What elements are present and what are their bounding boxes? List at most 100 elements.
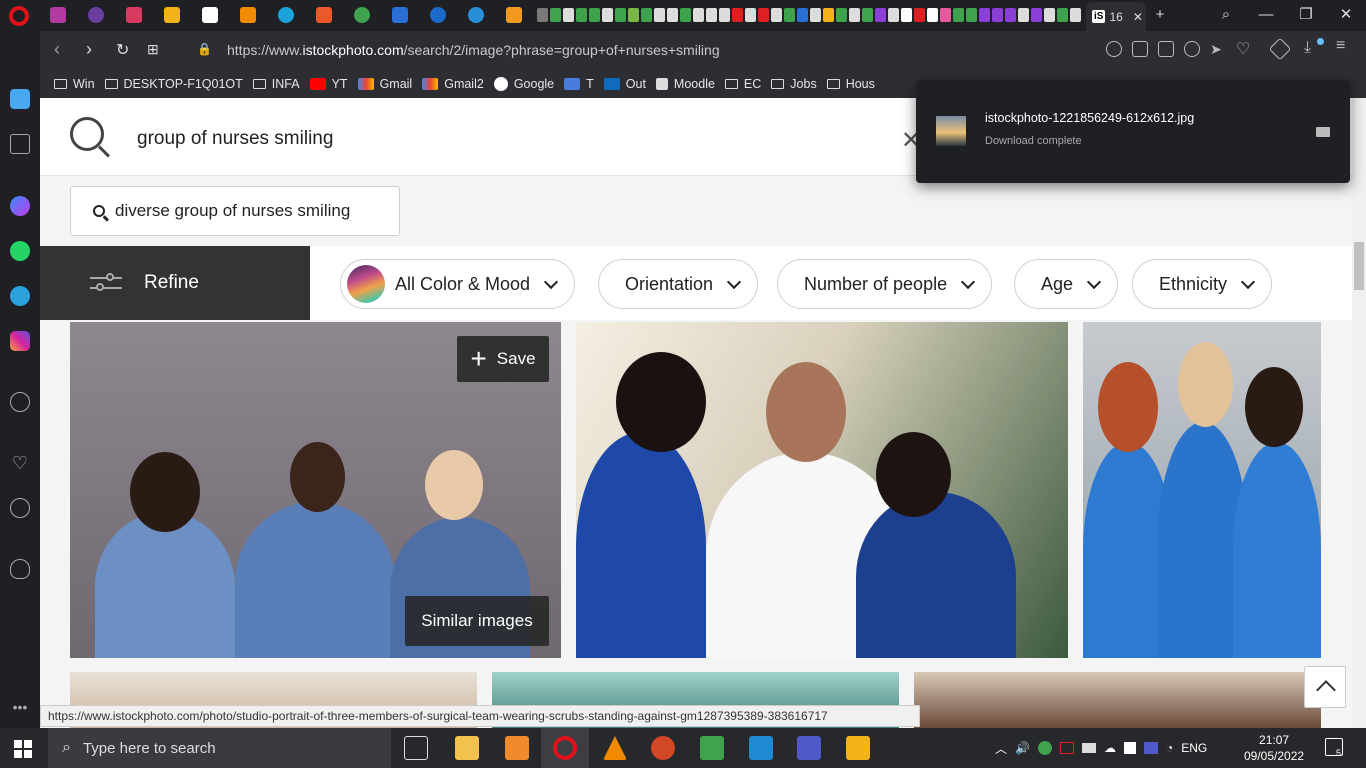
tab-favicon-icon[interactable] — [966, 8, 977, 22]
camera-icon[interactable] — [1158, 41, 1174, 57]
tab-favicon-icon[interactable] — [240, 7, 256, 23]
tray-app-icon[interactable] — [1059, 742, 1074, 754]
bookmark-win[interactable]: Win — [54, 77, 95, 91]
bookmark-google[interactable]: Google — [493, 76, 554, 91]
tab-favicon-icon[interactable] — [576, 8, 587, 22]
edit-icon[interactable] — [1132, 41, 1148, 57]
app-icon[interactable] — [700, 736, 724, 760]
bookmark-ec[interactable]: EC — [724, 77, 761, 91]
bookmark-hous[interactable]: Hous — [826, 77, 875, 91]
scrollbar-thumb[interactable] — [1354, 242, 1364, 290]
windows-start-icon[interactable] — [14, 740, 32, 758]
bookmark-desktop[interactable]: DESKTOP-F1Q01OT — [104, 77, 243, 91]
bookmark-jobs[interactable]: Jobs — [771, 77, 817, 91]
tab-favicon-icon[interactable] — [979, 8, 990, 22]
filter-orientation[interactable]: Orientation — [598, 259, 759, 309]
tab-favicon-icon[interactable] — [615, 8, 626, 22]
whatsapp-icon[interactable] — [10, 241, 30, 261]
speed-dial-icon[interactable] — [10, 134, 30, 154]
tab-favicon-icon[interactable] — [50, 7, 66, 23]
tab-favicon-icon[interactable] — [940, 8, 951, 22]
tab-favicon-icon[interactable] — [563, 8, 574, 22]
tab-favicon-icon[interactable] — [758, 8, 769, 22]
active-tab[interactable]: iS 16 ✕ — [1086, 2, 1146, 31]
teams-tray-icon[interactable] — [1143, 742, 1158, 754]
tab-favicon-icon[interactable] — [823, 8, 834, 22]
result-image[interactable] — [914, 672, 1321, 728]
tab-favicon-icon[interactable] — [927, 8, 938, 22]
result-image[interactable] — [576, 322, 1068, 658]
language-indicator[interactable]: ENG — [1181, 741, 1207, 755]
bookmark-t[interactable]: T — [564, 77, 594, 91]
more-icon[interactable]: ••• — [10, 699, 30, 719]
filter-ethnicity[interactable]: Ethnicity — [1132, 259, 1273, 309]
tab-favicon-icon[interactable] — [164, 7, 180, 23]
volume-icon[interactable]: 🔊 — [1015, 741, 1030, 755]
tab-favicon-icon[interactable] — [693, 8, 704, 22]
home-icon[interactable] — [10, 89, 30, 109]
forward-icon[interactable]: › — [86, 39, 92, 60]
tab-favicon-icon[interactable] — [550, 8, 561, 22]
tab-favicon-icon[interactable] — [641, 8, 652, 22]
tab-favicon-icon[interactable] — [680, 8, 691, 22]
file-explorer-icon[interactable] — [455, 736, 479, 760]
opera-icon[interactable] — [553, 736, 577, 760]
filter-age[interactable]: Age — [1014, 259, 1119, 309]
wifi-icon[interactable]: ◔ — [1166, 741, 1173, 755]
reload-icon[interactable]: ↻ — [116, 40, 129, 60]
bookmark-yt[interactable]: YT — [309, 77, 348, 91]
tab-favicon-icon[interactable] — [862, 8, 873, 22]
download-filename[interactable]: istockphoto-1221856249-612x612.jpg — [985, 111, 1194, 125]
messenger-icon[interactable] — [10, 196, 30, 216]
vlc-icon[interactable] — [603, 736, 627, 760]
extensions-icon[interactable] — [1268, 37, 1292, 61]
send-icon[interactable]: ➤ — [1210, 41, 1226, 57]
search-input[interactable]: group of nurses smiling — [137, 128, 333, 150]
tab-favicon-icon[interactable] — [888, 8, 899, 22]
tab-favicon-icon[interactable] — [316, 7, 332, 23]
result-image[interactable] — [1083, 322, 1321, 658]
player-icon[interactable] — [10, 392, 30, 412]
tab-favicon-icon[interactable] — [875, 8, 886, 22]
teams-icon[interactable] — [797, 736, 821, 760]
adblock-icon[interactable] — [1184, 41, 1200, 57]
instagram-icon[interactable] — [10, 331, 30, 351]
history-icon[interactable] — [10, 498, 30, 518]
menu-icon[interactable]: ≡ — [1336, 37, 1352, 54]
url-field[interactable]: https://www.istockphoto.com/search/2/ima… — [227, 42, 720, 58]
heart-icon[interactable]: ♡ — [10, 453, 30, 473]
bookmark-moodle[interactable]: Moodle — [655, 77, 715, 91]
tab-favicon-icon[interactable] — [836, 8, 847, 22]
heart-bookmark-icon[interactable]: ♡ — [1236, 39, 1252, 58]
battery-icon[interactable] — [1081, 743, 1096, 753]
tab-favicon-icon[interactable] — [706, 8, 717, 22]
tray-app-icon[interactable] — [1037, 741, 1052, 755]
tab-favicon-icon[interactable] — [914, 8, 925, 22]
tab-favicon-icon[interactable] — [953, 8, 964, 22]
new-tab-button[interactable]: + — [1140, 4, 1180, 26]
filter-color-mood[interactable]: All Color & Mood — [340, 259, 576, 309]
task-view-icon[interactable] — [404, 736, 428, 760]
tab-favicon-icon[interactable] — [126, 7, 142, 23]
media-player-icon[interactable] — [846, 736, 870, 760]
powerpoint-icon[interactable] — [651, 736, 675, 760]
tab-favicon-icon[interactable] — [278, 7, 294, 23]
tab-search-icon[interactable]: ⌕ — [1206, 4, 1246, 26]
bookmark-infa[interactable]: INFA — [252, 77, 300, 91]
tab-favicon-icon[interactable] — [430, 7, 446, 23]
tab-favicon-icon[interactable] — [849, 8, 860, 22]
tab-favicon-icon[interactable] — [1005, 8, 1016, 22]
similar-images-button[interactable]: Similar images — [405, 596, 549, 646]
tab-favicon-icon[interactable] — [1057, 8, 1068, 22]
tray-app-icon[interactable] — [1123, 742, 1136, 754]
refine-button[interactable]: Refine — [40, 246, 310, 320]
search-icon[interactable] — [70, 117, 104, 151]
close-window-button[interactable]: ✕ — [1326, 4, 1366, 26]
back-icon[interactable]: ‹ — [54, 39, 60, 60]
bookmark-out[interactable]: Out — [603, 77, 646, 91]
tab-favicon-icon[interactable] — [1070, 8, 1081, 22]
save-button[interactable]: + Save — [457, 336, 549, 382]
bookmark-gmail[interactable]: Gmail — [357, 77, 412, 91]
cloud-icon[interactable]: ☁ — [1104, 741, 1116, 755]
restore-button[interactable]: ❐ — [1286, 4, 1326, 26]
